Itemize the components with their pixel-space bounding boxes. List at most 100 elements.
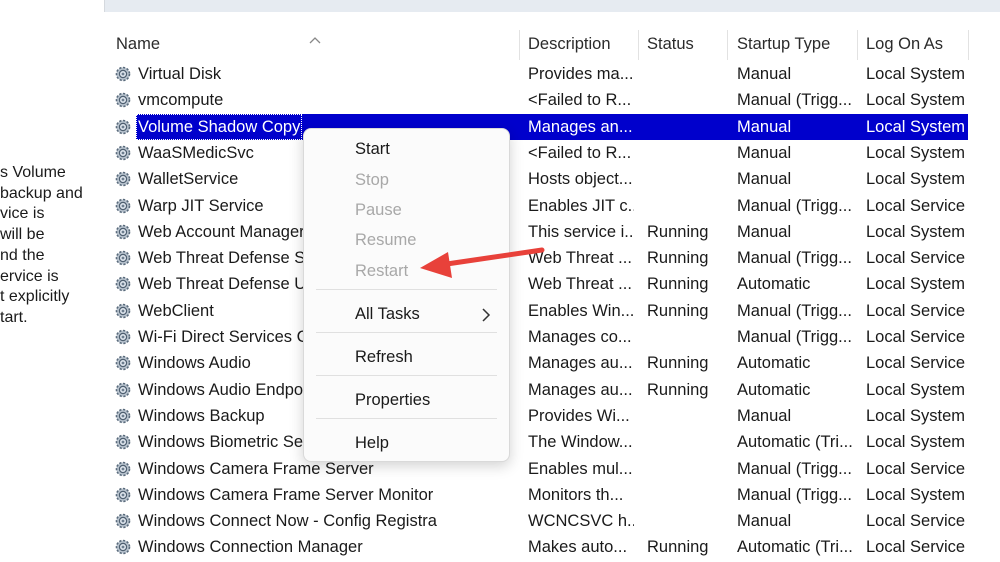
column-divider[interactable]	[638, 30, 639, 60]
table-row[interactable]: Warp JIT Service Enables JIT c... Manual (…	[96, 193, 1000, 219]
service-status	[647, 456, 727, 482]
description-line: backup and	[0, 184, 83, 202]
table-row[interactable]: WaaSMedicSvc <Failed to R... Manual Local S…	[96, 140, 1000, 166]
column-header-status[interactable]: Status	[647, 26, 694, 62]
table-row[interactable]: Windows Audio Endpo Manages au... Running A…	[96, 377, 1000, 403]
service-status	[647, 87, 727, 113]
menu-separator	[316, 289, 497, 290]
service-description: Manages au...	[528, 380, 633, 399]
service-log-on-as: Local Service	[866, 354, 966, 373]
column-divider[interactable]	[519, 30, 520, 60]
service-startup-type: Manual (Trigg...	[737, 196, 852, 215]
service-log-on-as: Local System	[866, 406, 966, 425]
gear-icon	[112, 221, 134, 243]
menu-item-all-tasks[interactable]: All Tasks	[355, 300, 420, 328]
table-row[interactable]: Windows Backup Provides Wi... Manual Local …	[96, 403, 1000, 429]
description-line: s Volume	[0, 164, 66, 181]
table-row[interactable]: Virtual Disk Provides ma... Manual Local Sy…	[96, 61, 1000, 87]
column-header-description[interactable]: Description	[528, 26, 611, 62]
service-log-on-as: Local System	[866, 380, 966, 399]
service-startup-type: Automatic	[737, 380, 811, 399]
service-status	[647, 429, 727, 455]
gear-icon	[112, 458, 134, 480]
gear-icon	[112, 195, 134, 217]
menu-item-resume: Resume	[355, 231, 417, 249]
column-header-name[interactable]: Name	[116, 26, 160, 62]
service-name: vmcompute	[138, 91, 224, 110]
table-row[interactable]: Windows Biometric Ser The Window... Automa…	[96, 429, 1000, 455]
service-startup-type: Automatic	[737, 354, 811, 373]
service-startup-type: Manual	[737, 406, 792, 425]
service-status: Running	[647, 354, 709, 373]
column-header-startup-type[interactable]: Startup Type	[737, 26, 830, 62]
table-row[interactable]: Wi-Fi Direct Services Co Manages co... Man…	[96, 324, 1000, 350]
service-description: Hosts object...	[528, 170, 633, 189]
service-startup-type: Manual	[737, 65, 792, 83]
service-log-on-as: Local System	[866, 65, 966, 83]
service-description: WCNCSVC h...	[528, 512, 634, 531]
service-description: Manages au...	[528, 354, 633, 373]
table-row[interactable]: vmcompute <Failed to R... Manual (Trigg...…	[96, 87, 1000, 113]
service-startup-type: Manual (Trigg...	[737, 328, 852, 346]
table-row[interactable]: Windows Camera Frame Server Enables mul..…	[96, 456, 1000, 482]
column-divider[interactable]	[857, 30, 858, 60]
menu-item-restart: Restart	[355, 262, 409, 280]
column-header-log-on-as[interactable]: Log On As	[866, 26, 943, 62]
service-log-on-as: Local Service	[866, 512, 966, 531]
menu-item-properties[interactable]: Properties	[355, 386, 430, 414]
table-row[interactable]: Web Threat Defense Us Web Threat ... Runni…	[96, 271, 1000, 297]
service-description: Web Threat ...	[528, 275, 632, 294]
table-row[interactable]: Volume Shadow Copy Manages an... Manual Loc…	[96, 113, 1000, 140]
gear-icon	[112, 247, 134, 269]
service-status	[647, 324, 727, 350]
service-status	[647, 114, 727, 140]
service-log-on-as: Local System	[866, 485, 966, 504]
menu-item-pause: Pause	[355, 201, 402, 219]
service-startup-type: Manual	[737, 222, 792, 241]
service-startup-type: Manual	[737, 512, 792, 531]
menu-item-help[interactable]: Help	[355, 429, 389, 457]
table-row[interactable]: Windows Connect Now - Config Registrar WC…	[96, 508, 1000, 534]
service-startup-type: Manual (Trigg...	[737, 249, 852, 268]
service-status	[647, 482, 727, 508]
column-divider[interactable]	[727, 30, 728, 60]
service-name: Windows Camera Frame Server Monitor	[138, 485, 434, 504]
menu-item-refresh[interactable]: Refresh	[355, 343, 413, 371]
table-row[interactable]: WalletService Hosts object... Manual Local …	[96, 166, 1000, 192]
menu-item-start[interactable]: Start	[355, 135, 390, 163]
gear-icon	[112, 405, 134, 427]
service-description: Manages co...	[528, 328, 632, 346]
service-description: Enables Win...	[528, 301, 634, 320]
service-status	[647, 61, 727, 87]
table-row[interactable]: Web Account Manager This service i... Runn…	[96, 219, 1000, 245]
table-row[interactable]: Web Threat Defense Se Web Threat ... Runni…	[96, 245, 1000, 271]
service-status	[647, 403, 727, 429]
gear-icon	[112, 300, 134, 322]
table-row[interactable]: WebClient Enables Win... Running Manual (Tr…	[96, 298, 1000, 324]
service-description: <Failed to R...	[528, 91, 632, 110]
service-log-on-as: Local System	[866, 143, 966, 162]
gear-icon	[112, 536, 134, 558]
service-description: Web Threat ...	[528, 249, 632, 268]
table-row[interactable]: Windows Camera Frame Server Monitor Monit…	[96, 482, 1000, 508]
services-list[interactable]: Name Description Status Startup Type Log…	[96, 12, 1000, 562]
service-log-on-as: Local System	[866, 117, 966, 136]
service-status: Running	[647, 249, 709, 268]
service-description: This service i...	[528, 222, 634, 241]
column-divider[interactable]	[968, 30, 969, 60]
table-row[interactable]: Windows Connection Manager Makes auto... R…	[96, 534, 1000, 560]
sort-ascending-icon[interactable]	[309, 36, 321, 44]
service-startup-type: Automatic (Tri...	[737, 433, 853, 452]
gear-icon	[112, 63, 134, 85]
service-log-on-as: Local Service	[866, 301, 966, 320]
service-startup-type: Automatic (Tri...	[737, 538, 853, 557]
description-pane: s Volume backup and vice is will be nd t…	[0, 0, 105, 562]
service-name: Virtual Disk	[138, 65, 222, 83]
service-log-on-as: Local Service	[866, 459, 966, 478]
service-status	[647, 193, 727, 219]
service-startup-type: Manual (Trigg...	[737, 485, 852, 504]
gear-icon	[112, 116, 134, 138]
table-row[interactable]: Windows Audio Manages au... Running Automat…	[96, 350, 1000, 376]
description-line: ervice is	[0, 267, 59, 285]
service-startup-type: Manual (Trigg...	[737, 301, 852, 320]
